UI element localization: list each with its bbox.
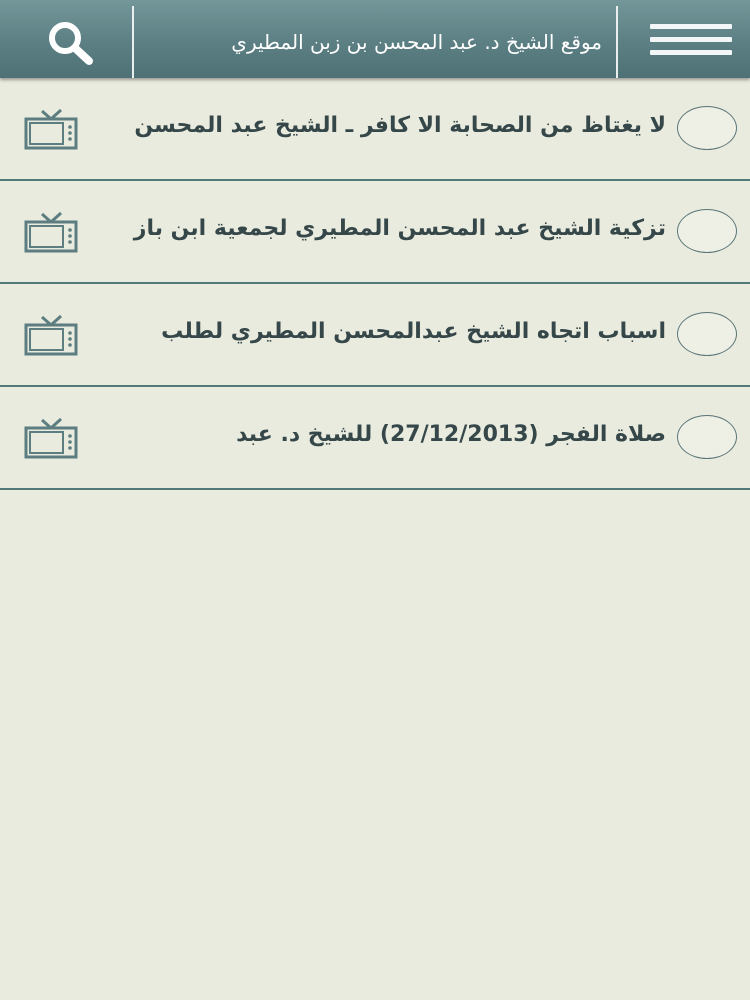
- video-title: اسباب اتجاه الشيخ عبدالمحسن المطيري لطلب: [161, 319, 666, 344]
- video-list: لا يغتاظ من الصحابة الا كافر ـ الشيخ عبد…: [0, 78, 750, 490]
- header-divider-right: [616, 6, 618, 78]
- video-title: لا يغتاظ من الصحابة الا كافر ـ الشيخ عبد…: [134, 113, 666, 138]
- menu-line-middle: [650, 37, 732, 42]
- select-radio[interactable]: [677, 312, 737, 356]
- tv-icon[interactable]: [24, 108, 78, 150]
- video-list-item[interactable]: اسباب اتجاه الشيخ عبدالمحسن المطيري لطلب: [0, 284, 750, 387]
- top-bar: موقع الشيخ د. عبد المحسن بن زبن المطيري: [0, 0, 750, 78]
- search-icon: [49, 22, 93, 65]
- menu-button[interactable]: [650, 20, 732, 60]
- app-title: موقع الشيخ د. عبد المحسن بن زبن المطيري: [231, 30, 602, 54]
- video-list-item[interactable]: صلاة الفجر (27/12/2013) للشيخ د. عبد: [0, 387, 750, 490]
- video-title: تزكية الشيخ عبد المحسن المطيري لجمعية اب…: [133, 216, 666, 241]
- header-divider-left: [132, 6, 134, 78]
- select-radio[interactable]: [677, 106, 737, 150]
- menu-line-top: [650, 24, 732, 29]
- menu-line-bottom: [650, 50, 732, 55]
- app-screen: موقع الشيخ د. عبد المحسن بن زبن المطيري: [0, 0, 750, 1000]
- video-list-item[interactable]: لا يغتاظ من الصحابة الا كافر ـ الشيخ عبد…: [0, 78, 750, 181]
- select-radio[interactable]: [677, 415, 737, 459]
- search-button[interactable]: [36, 16, 106, 66]
- tv-icon[interactable]: [24, 314, 78, 356]
- tv-icon[interactable]: [24, 417, 78, 459]
- tv-icon[interactable]: [24, 211, 78, 253]
- select-radio[interactable]: [677, 209, 737, 253]
- video-title: صلاة الفجر (27/12/2013) للشيخ د. عبد: [236, 422, 666, 447]
- video-list-item[interactable]: تزكية الشيخ عبد المحسن المطيري لجمعية اب…: [0, 181, 750, 284]
